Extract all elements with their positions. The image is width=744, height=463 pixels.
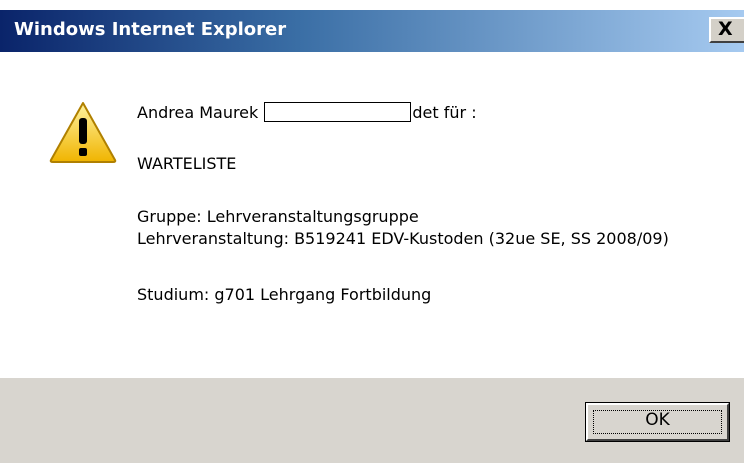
warning-icon [49,102,117,163]
redacted-field [264,102,412,122]
close-button[interactable]: X [709,17,744,43]
window-title: Windows Internet Explorer [14,19,287,40]
button-bar: OK [0,378,744,463]
message-name-line: Andrea Maurek det für : [137,102,477,123]
gruppe-text: Gruppe: Lehrveranstaltungsgruppe [137,207,419,226]
message-area: Andrea Maurek det für : WARTELISTE Grupp… [0,52,744,378]
student-name: Andrea Maurek [137,103,259,122]
ok-button-label: OK [645,410,670,430]
lehrveranstaltung-text: Lehrveranstaltung: B519241 EDV-Kustoden … [137,229,669,248]
studium-text: Studium: g701 Lehrgang Fortbildung [137,285,432,304]
message-suffix: det für : [412,103,477,122]
status-text: WARTELISTE [137,154,237,173]
title-bar[interactable]: Windows Internet Explorer X [0,10,744,52]
close-icon: X [718,18,733,40]
ok-button[interactable]: OK [585,402,730,442]
alert-dialog: Windows Internet Explorer X Andrea Maure… [0,0,744,463]
